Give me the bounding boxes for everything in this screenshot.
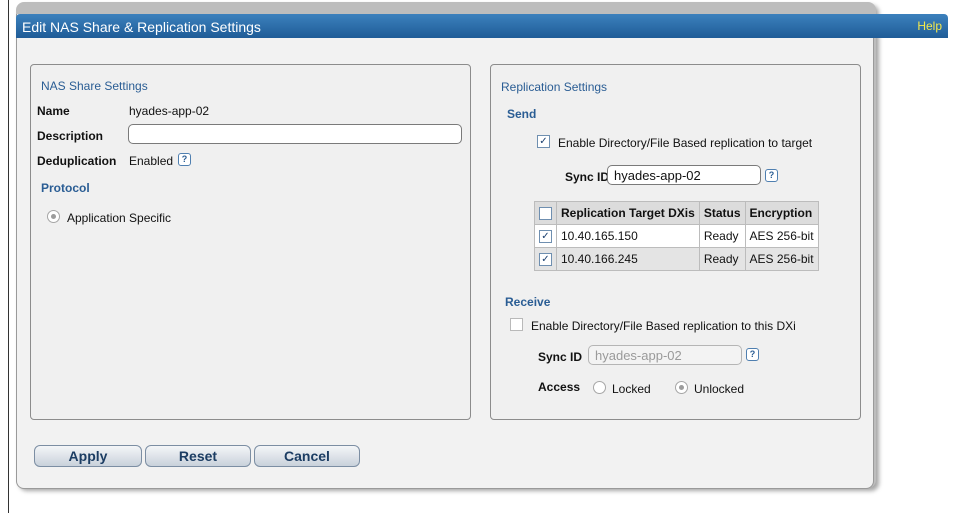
dialog-title: Edit NAS Share & Replication Settings xyxy=(22,19,261,35)
status-cell: Ready xyxy=(698,247,746,271)
protocol-label: Protocol xyxy=(41,181,90,195)
access-unlocked-label: Unlocked xyxy=(694,382,745,396)
replication-targets-table: Replication Target DXis Status Encryptio… xyxy=(534,201,819,271)
receive-sync-id-input[interactable] xyxy=(588,345,742,365)
target-cell: 10.40.166.245 xyxy=(556,247,700,271)
send-sync-id-label: Sync ID xyxy=(565,170,610,184)
receive-label: Receive xyxy=(505,295,551,309)
access-label: Access xyxy=(538,380,581,394)
row-checkbox[interactable]: ✓ xyxy=(539,253,552,267)
replication-settings-legend: Replication Settings xyxy=(501,80,608,94)
column-header-target[interactable]: Replication Target DXis xyxy=(556,201,700,225)
row-checkbox-cell: ✓ xyxy=(534,224,557,248)
target-cell: 10.40.165.150 xyxy=(556,224,700,248)
status-cell: Ready xyxy=(698,224,746,248)
name-value: hyades-app-02 xyxy=(129,104,210,118)
send-sync-id-input[interactable] xyxy=(607,165,761,185)
table-row: ✓ 10.40.166.245 Ready AES 256-bit xyxy=(534,247,819,271)
receive-enable-label: Enable Directory/File Based replication … xyxy=(531,319,796,333)
dialog-titlebar: Edit NAS Share & Replication Settings He… xyxy=(16,14,948,38)
row-checkbox-cell: ✓ xyxy=(534,247,557,271)
protocol-application-specific-radio[interactable] xyxy=(47,210,60,223)
access-unlocked-radio[interactable] xyxy=(675,381,688,394)
description-input[interactable] xyxy=(128,124,462,144)
row-checkbox[interactable]: ✓ xyxy=(539,230,552,244)
nas-share-settings-group xyxy=(30,64,471,420)
protocol-application-specific-label: Application Specific xyxy=(67,211,172,225)
description-label: Description xyxy=(37,129,104,143)
cancel-button[interactable]: Cancel xyxy=(254,445,360,467)
deduplication-help-icon[interactable]: ? xyxy=(178,153,191,166)
select-all-cell xyxy=(534,201,557,225)
encryption-cell: AES 256-bit xyxy=(744,247,819,271)
encryption-cell: AES 256-bit xyxy=(744,224,819,248)
table-row: ✓ 10.40.165.150 Ready AES 256-bit xyxy=(534,224,819,248)
select-all-checkbox[interactable] xyxy=(539,207,552,221)
receive-enable-checkbox[interactable] xyxy=(510,318,523,331)
deduplication-value: Enabled xyxy=(129,154,174,168)
deduplication-label: Deduplication xyxy=(37,154,117,168)
help-link[interactable]: Help xyxy=(917,19,942,33)
apply-button[interactable]: Apply xyxy=(34,445,142,467)
nas-share-settings-legend: NAS Share Settings xyxy=(41,79,148,93)
table-header-row: Replication Target DXis Status Encryptio… xyxy=(534,201,819,225)
access-locked-label: Locked xyxy=(612,382,651,396)
send-enable-checkbox[interactable]: ✓ xyxy=(537,135,550,148)
column-header-encryption[interactable]: Encryption xyxy=(744,201,819,225)
receive-sync-id-label: Sync ID xyxy=(538,350,583,364)
reset-button[interactable]: Reset xyxy=(145,445,251,467)
receive-sync-id-help-icon[interactable]: ? xyxy=(746,348,759,361)
name-label: Name xyxy=(37,104,70,118)
send-enable-label: Enable Directory/File Based replication … xyxy=(558,136,813,150)
send-sync-id-help-icon[interactable]: ? xyxy=(765,169,778,182)
access-locked-radio[interactable] xyxy=(593,381,606,394)
window-frame-line xyxy=(8,0,9,513)
column-header-status[interactable]: Status xyxy=(698,201,746,225)
send-label: Send xyxy=(507,107,537,121)
